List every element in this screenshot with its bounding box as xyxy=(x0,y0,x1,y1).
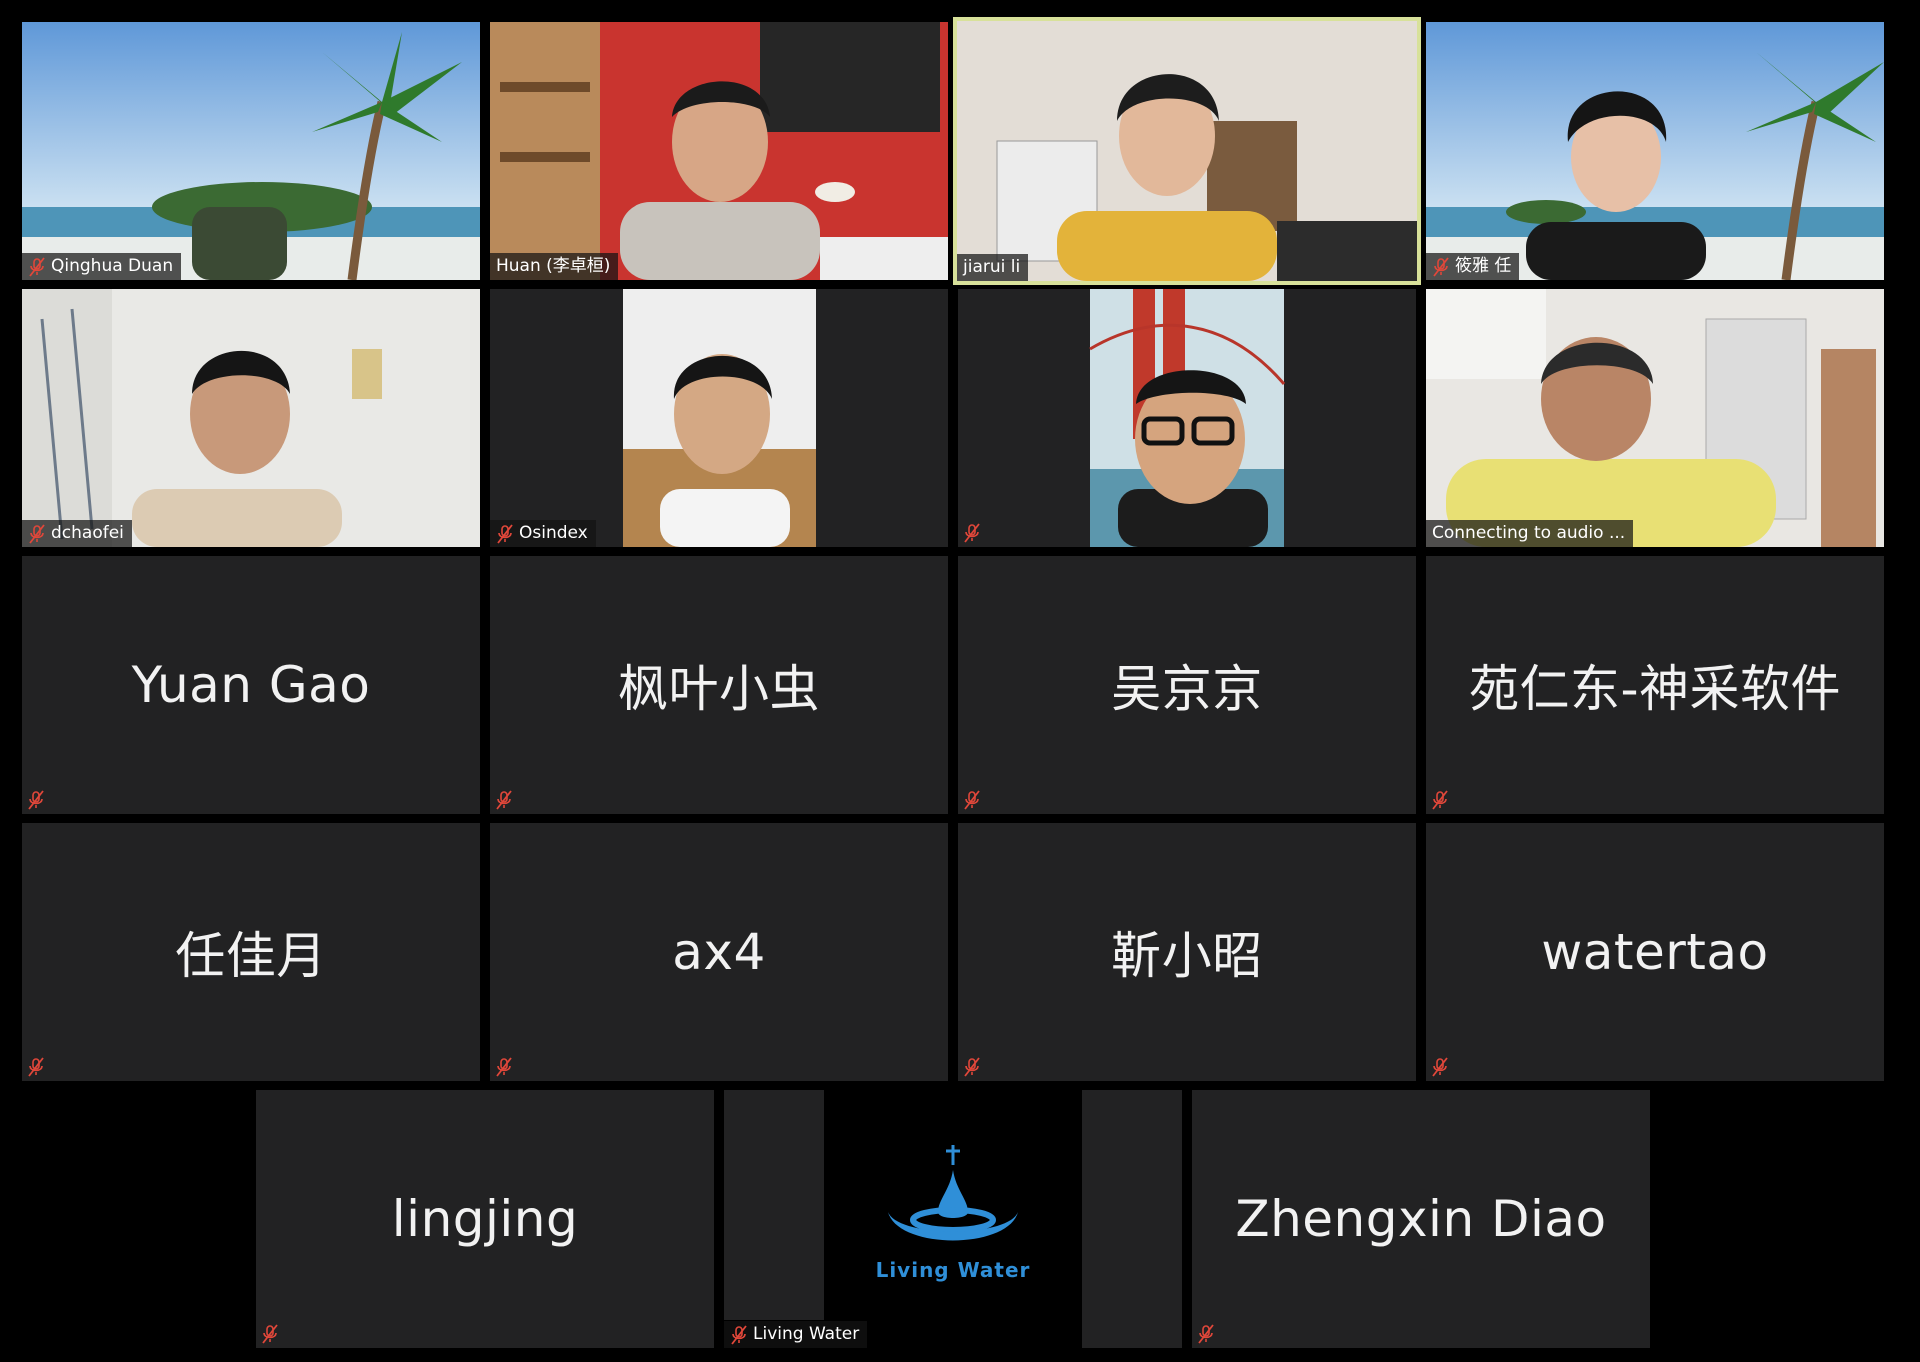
participant-display-name: 任佳月 xyxy=(175,927,327,985)
mic-muted-icon xyxy=(496,523,514,544)
participant-display-name: Yuan Gao xyxy=(131,656,371,714)
participant-name-tag: jiarui li xyxy=(957,254,1029,281)
video-tile-qinghua-duan[interactable]: Qinghua Duan xyxy=(22,22,480,280)
video-tile-living-water[interactable]: Living Water Living Water xyxy=(724,1090,1182,1348)
mic-muted-icon xyxy=(27,790,45,810)
video-tile-jiarui-li[interactable]: jiarui li xyxy=(953,17,1421,285)
participant-mute-status xyxy=(24,788,48,812)
participant-mute-status xyxy=(1428,1055,1452,1079)
participant-name: dchaofei xyxy=(51,523,124,543)
participant-name: Living Water xyxy=(753,1324,860,1344)
participant-name: Qinghua Duan xyxy=(51,256,174,276)
tile-zhengxin-diao[interactable]: Zhengxin Diao xyxy=(1192,1090,1650,1348)
mic-muted-icon xyxy=(963,1057,981,1077)
participant-name-tag: 筱雅 任 xyxy=(1426,253,1520,280)
beach-background xyxy=(1426,22,1884,280)
bridge-background xyxy=(1089,289,1286,547)
mic-muted-icon xyxy=(28,256,46,277)
participant-mute-status xyxy=(960,521,984,545)
room-background xyxy=(490,22,948,280)
participant-mute-status xyxy=(960,1055,984,1079)
participant-mute-status xyxy=(1428,788,1452,812)
participant-mute-status xyxy=(492,788,516,812)
mic-muted-icon xyxy=(963,523,981,543)
participant-display-name: lingjing xyxy=(391,1190,579,1248)
video-tile-huan[interactable]: Huan (李卓桓) xyxy=(490,22,948,280)
participant-name-tag: dchaofei xyxy=(22,520,132,547)
participant-mute-status xyxy=(492,1055,516,1079)
participant-display-name: 吴京京 xyxy=(1111,660,1263,718)
participant-name: 筱雅 任 xyxy=(1455,256,1512,276)
tile-lingjing[interactable]: lingjing xyxy=(256,1090,714,1348)
tile-yuan-gao[interactable]: Yuan Gao xyxy=(22,556,480,814)
tile-ax4[interactable]: ax4 xyxy=(490,823,948,1081)
mic-muted-icon xyxy=(27,1057,45,1077)
letterbox-left xyxy=(724,1090,824,1320)
participant-mute-status xyxy=(1194,1322,1218,1346)
tile-fengye-xiaochong[interactable]: 枫叶小虫 xyxy=(490,556,948,814)
room-background xyxy=(1426,289,1884,547)
mic-muted-icon xyxy=(1432,256,1450,277)
mic-muted-icon xyxy=(730,1324,748,1345)
participant-mute-status xyxy=(24,1055,48,1079)
participant-name-tag: Living Water xyxy=(724,1321,868,1348)
tile-ren-jiayue[interactable]: 任佳月 xyxy=(22,823,480,1081)
letterbox-right xyxy=(1082,1090,1182,1348)
video-tile-connecting[interactable]: Connecting to audio ... xyxy=(1426,289,1884,547)
participant-display-name: watertao xyxy=(1541,923,1769,981)
portrait-video xyxy=(623,289,816,547)
participant-name: Connecting to audio ... xyxy=(1432,523,1626,543)
mic-muted-icon xyxy=(1431,1057,1449,1077)
video-tile-dchaofei[interactable]: dchaofei xyxy=(22,289,480,547)
beach-background xyxy=(22,22,480,280)
participant-name: Huan (李卓桓) xyxy=(496,256,611,276)
participant-name-tag: Connecting to audio ... xyxy=(1426,520,1634,547)
participant-display-name: ax4 xyxy=(672,923,766,981)
room-background xyxy=(22,289,480,547)
mic-muted-icon xyxy=(1431,790,1449,810)
participant-display-name: Zhengxin Diao xyxy=(1235,1190,1607,1248)
participant-display-name: 苑仁东-神采软件 xyxy=(1468,660,1842,718)
mic-muted-icon xyxy=(495,790,513,810)
participant-mute-status xyxy=(960,788,984,812)
logo-text: Living Water xyxy=(875,1258,1031,1282)
mic-muted-icon xyxy=(261,1324,279,1344)
participant-name-tag: Huan (李卓桓) xyxy=(490,253,619,280)
tile-watertao[interactable]: watertao xyxy=(1426,823,1884,1081)
mic-muted-icon xyxy=(1197,1324,1215,1344)
tile-jin-xiaozhao[interactable]: 靳小昭 xyxy=(958,823,1416,1081)
participant-display-name: 靳小昭 xyxy=(1111,927,1263,985)
participant-mute-status xyxy=(258,1322,282,1346)
mic-muted-icon xyxy=(963,790,981,810)
mic-muted-icon xyxy=(28,523,46,544)
tile-wu-jingjing[interactable]: 吴京京 xyxy=(958,556,1416,814)
tile-yuan-rendong[interactable]: 苑仁东-神采软件 xyxy=(1426,556,1884,814)
gallery-view: Qinghua Duan Huan (李卓桓) jiarui li 筱雅 任 d… xyxy=(0,0,1920,1362)
video-tile-osindex[interactable]: Osindex xyxy=(490,289,948,547)
video-tile-xiaoya-ren[interactable]: 筱雅 任 xyxy=(1426,22,1884,280)
participant-name: jiarui li xyxy=(963,257,1021,277)
participant-name-tag: Osindex xyxy=(490,520,596,547)
video-tile-unnamed[interactable] xyxy=(958,289,1416,547)
mic-muted-icon xyxy=(495,1057,513,1077)
participant-name: Osindex xyxy=(519,523,588,543)
room-background xyxy=(957,21,1417,281)
participant-name-tag: Qinghua Duan xyxy=(22,253,182,280)
participant-display-name: 枫叶小虫 xyxy=(618,660,820,718)
